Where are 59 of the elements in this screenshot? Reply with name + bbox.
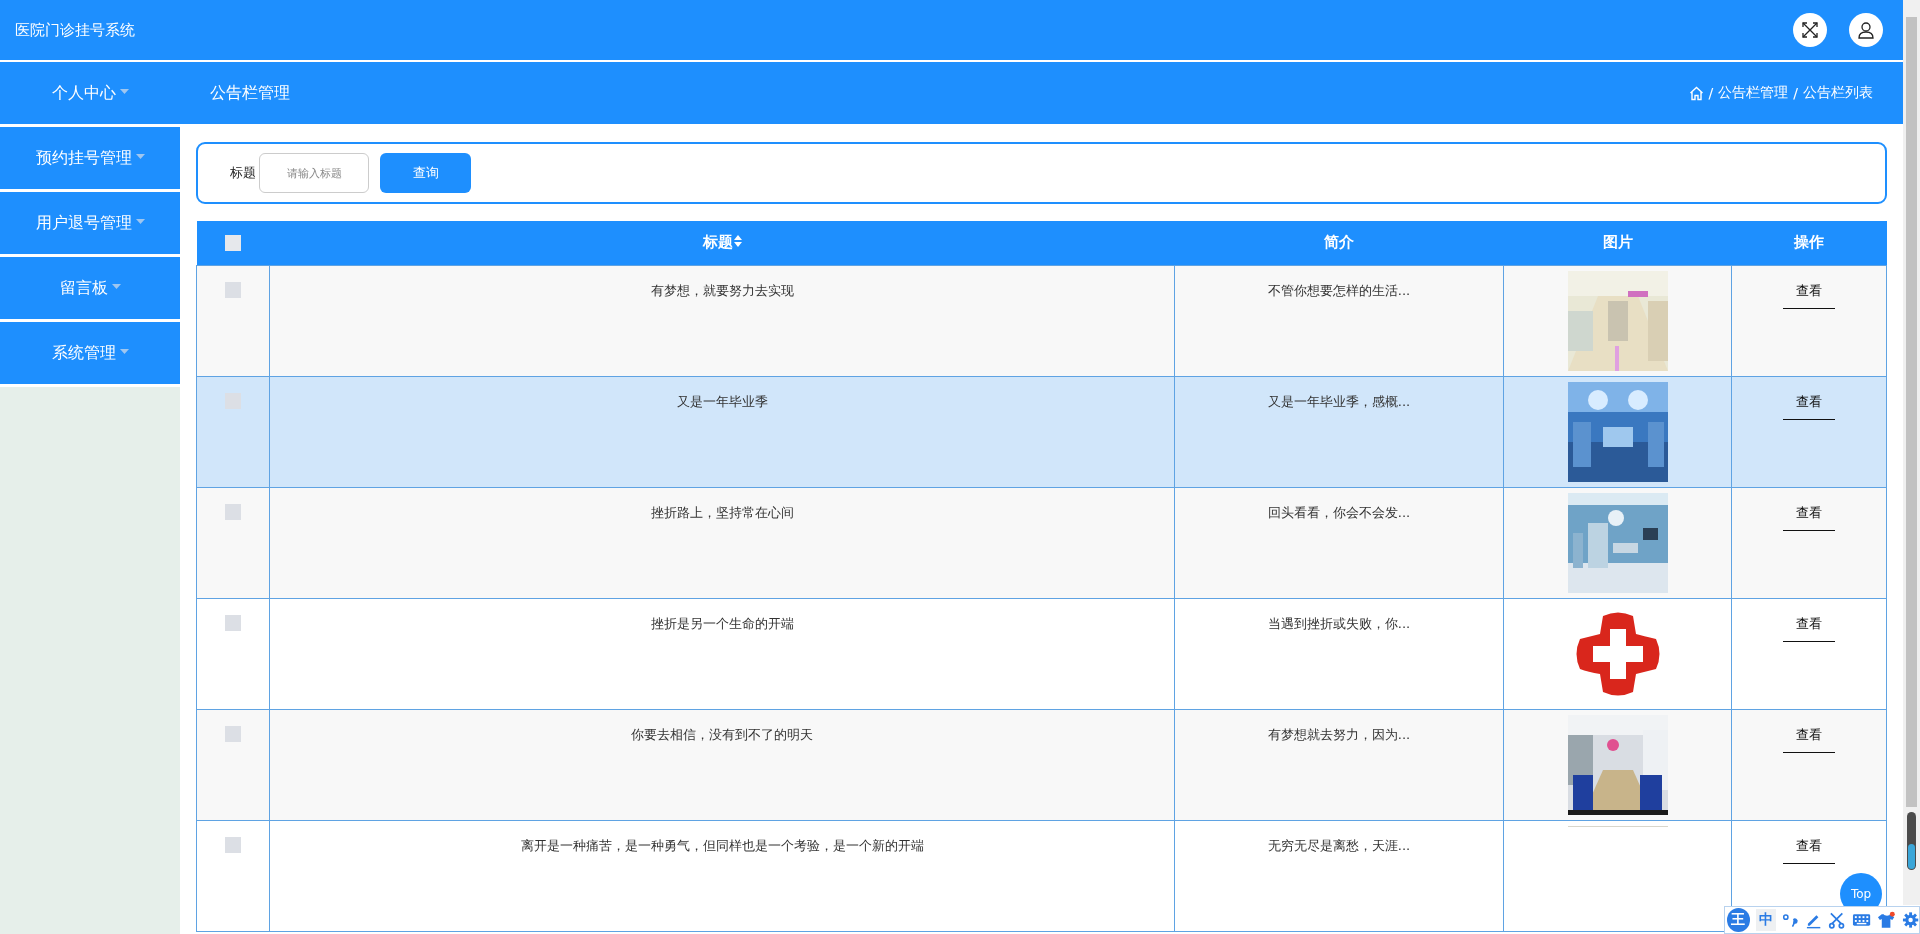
view-link[interactable]: 查看 xyxy=(1783,725,1835,753)
view-link[interactable]: 查看 xyxy=(1783,281,1835,309)
scrollbar-thumb[interactable] xyxy=(1906,17,1917,807)
fullscreen-button[interactable] xyxy=(1793,13,1827,47)
column-header: 操作 xyxy=(1794,233,1824,252)
caret-icon xyxy=(111,283,121,289)
ime-mode-toggle[interactable]: 中 xyxy=(1755,909,1776,931)
settings-icon[interactable] xyxy=(1901,911,1919,929)
table-cell: 又是一年毕业季，感概... xyxy=(1267,393,1411,409)
table-row[interactable]: 有梦想，就要努力去实现 不管你想要怎样的生活... 查看 xyxy=(196,265,1887,376)
table-cell: 离开是一种痛苦，是一种勇气，但同样也是一个考验，是一个新的开端 xyxy=(520,837,924,853)
table-cell: 又是一年毕业季 xyxy=(676,393,768,409)
home-icon[interactable] xyxy=(1688,85,1704,101)
caret-icon xyxy=(119,348,129,354)
gauge-icon xyxy=(1907,812,1916,870)
view-link[interactable]: 查看 xyxy=(1783,392,1835,420)
keyboard-icon[interactable] xyxy=(1851,911,1871,929)
column-header: 简介 xyxy=(1324,233,1354,252)
scissors-icon[interactable] xyxy=(1828,911,1846,929)
checkbox[interactable] xyxy=(225,614,241,631)
column-header: 图片 xyxy=(1602,233,1633,252)
table-row[interactable]: 又是一年毕业季 又是一年毕业季，感概... 查看 xyxy=(196,376,1887,487)
view-link[interactable]: 查看 xyxy=(1783,614,1835,642)
table-cell: 回头看看，你会不会发... xyxy=(1267,504,1411,520)
table-row[interactable]: 挫折是另一个生命的开端 当遇到挫折或失败，你... 查看 xyxy=(196,598,1887,709)
caret-icon xyxy=(135,218,145,224)
table-cell: 你要去相信，没有到不了的明天 xyxy=(631,726,813,742)
table-cell: 无穷无尽是离愁，天涯... xyxy=(1267,837,1411,853)
search-label: 标题 xyxy=(230,164,256,182)
table-row[interactable]: 你要去相信，没有到不了的明天 有梦想就去努力，因为... 查看 xyxy=(196,709,1887,820)
table-cell: 挫折路上，坚持常在心间 xyxy=(650,504,794,520)
view-link[interactable]: 查看 xyxy=(1783,836,1835,864)
caret-icon xyxy=(135,153,145,159)
punctuation-icon[interactable] xyxy=(1781,911,1800,929)
user-button[interactable] xyxy=(1849,13,1883,47)
table-cell: 有梦想就去努力，因为... xyxy=(1267,726,1411,742)
checkbox[interactable] xyxy=(225,234,241,251)
table-cell: 当遇到挫折或失败，你... xyxy=(1267,615,1411,631)
app-title: 医院门诊挂号系统 xyxy=(15,20,135,40)
view-link[interactable]: 查看 xyxy=(1783,503,1835,531)
sort-icon[interactable] xyxy=(733,235,742,248)
scrollbar[interactable] xyxy=(1903,0,1920,905)
table-cell: 挫折是另一个生命的开端 xyxy=(650,615,794,631)
ime-logo[interactable]: 王 xyxy=(1727,908,1750,932)
table-row[interactable]: 挫折路上，坚持常在心间 回头看看，你会不会发... 查看 xyxy=(196,487,1887,598)
breadcrumb-separator: / xyxy=(1708,85,1714,101)
table-cell: 不管你想要怎样的生活... xyxy=(1267,282,1411,298)
expand-icon xyxy=(1801,21,1819,39)
checkbox[interactable] xyxy=(225,503,241,520)
checkbox[interactable] xyxy=(225,836,241,853)
breadcrumb-separator: / xyxy=(1793,85,1798,101)
checkbox[interactable] xyxy=(225,281,241,298)
title-search-field[interactable]: 请输入标题 xyxy=(259,153,369,193)
caret-icon xyxy=(119,88,129,94)
page-title: 公告栏管理 xyxy=(210,82,290,104)
table-cell: 有梦想，就要努力去实现 xyxy=(650,282,794,298)
user-icon xyxy=(1857,21,1875,39)
shirt-icon[interactable] xyxy=(1876,911,1896,929)
checkbox[interactable] xyxy=(225,725,241,742)
